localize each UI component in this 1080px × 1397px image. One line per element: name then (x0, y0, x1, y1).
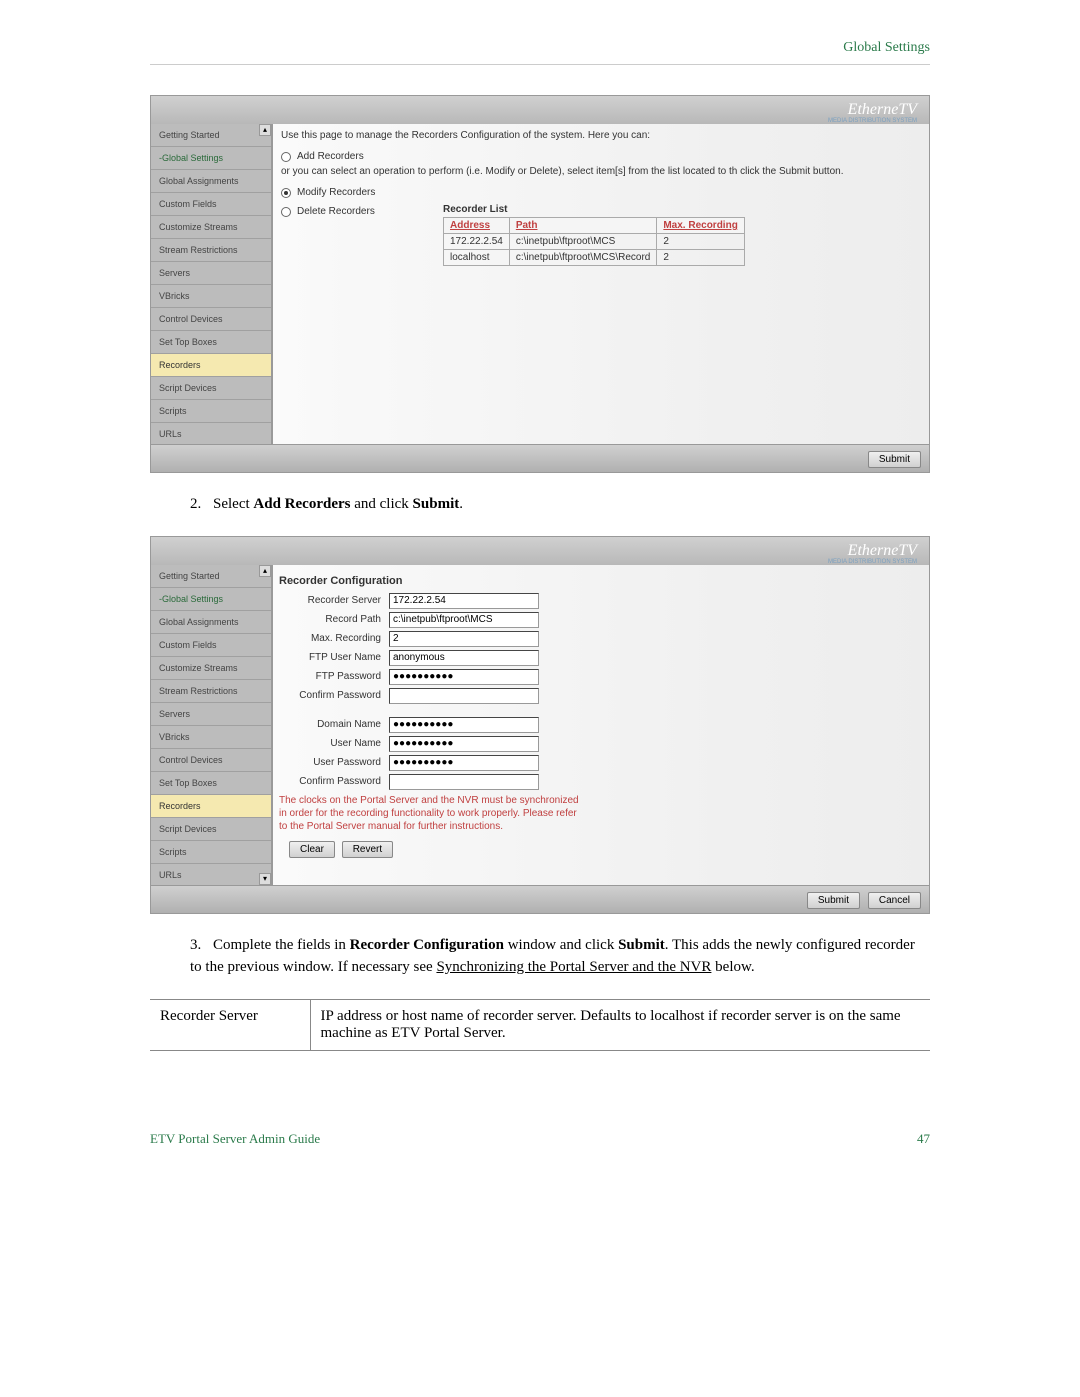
brand-logo: EtherneTV MEDIA DISTRIBUTION SYSTEM (848, 101, 917, 119)
nav-global-assignments[interactable]: Global Assignments (151, 611, 271, 634)
table-row[interactable]: localhost c:\inetpub\ftproot\MCS\Record … (444, 250, 745, 266)
app-header: EtherneTV MEDIA DISTRIBUTION SYSTEM (151, 96, 929, 124)
label-domain: Domain Name (279, 719, 389, 730)
radio-add-recorders[interactable] (281, 152, 291, 162)
nav-custom-fields[interactable]: Custom Fields (151, 193, 271, 216)
page-header: Global Settings (150, 40, 930, 65)
radio-modify-recorders[interactable] (281, 188, 291, 198)
nav-servers[interactable]: Servers (151, 262, 271, 285)
screenshot-recorder-config: EtherneTV MEDIA DISTRIBUTION SYSTEM ▴ Ge… (150, 536, 930, 914)
input-user-name[interactable] (389, 736, 539, 752)
nav-vbricks[interactable]: VBricks (151, 726, 271, 749)
content-area: Use this page to manage the Recorders Co… (273, 124, 929, 444)
nav-global-settings[interactable]: -Global Settings (151, 147, 271, 170)
nav-customize-streams[interactable]: Customize Streams (151, 216, 271, 239)
definition-table: Recorder Server IP address or host name … (150, 999, 930, 1051)
footer-guide-name: ETV Portal Server Admin Guide (150, 1131, 320, 1147)
nav-control-devices[interactable]: Control Devices (151, 749, 271, 772)
cancel-button[interactable]: Cancel (868, 892, 921, 909)
input-domain[interactable] (389, 717, 539, 733)
input-confirm-pass2[interactable] (389, 774, 539, 790)
brand-logo: EtherneTV MEDIA DISTRIBUTION SYSTEM (848, 542, 917, 560)
scroll-up-icon[interactable]: ▴ (259, 565, 271, 577)
nav-vbricks[interactable]: VBricks (151, 285, 271, 308)
nav-getting-started[interactable]: Getting Started (151, 565, 271, 588)
nav-customize-streams[interactable]: Customize Streams (151, 657, 271, 680)
label-recorder-server: Recorder Server (279, 595, 389, 606)
warning-text: The clocks on the Portal Server and the … (279, 794, 579, 833)
nav-script-devices[interactable]: Script Devices (151, 818, 271, 841)
sidebar: ▴ Getting Started -Global Settings Globa… (151, 124, 273, 444)
form-area: Recorder Configuration Recorder Server R… (273, 565, 929, 885)
description-mid: or you can select an operation to perfor… (281, 166, 921, 177)
sidebar: ▴ Getting Started -Global Settings Globa… (151, 565, 273, 885)
link-synchronizing[interactable]: Synchronizing the Portal Server and the … (436, 959, 711, 975)
table-row[interactable]: 172.22.2.54 c:\inetpub\ftproot\MCS 2 (444, 234, 745, 250)
label-ftp-pass: FTP Password (279, 671, 389, 682)
nav-global-assignments[interactable]: Global Assignments (151, 170, 271, 193)
nav-urls[interactable]: URLs (151, 423, 271, 444)
nav-stream-restrictions[interactable]: Stream Restrictions (151, 239, 271, 262)
scroll-down-icon[interactable]: ▾ (259, 873, 271, 885)
nav-getting-started[interactable]: Getting Started (151, 124, 271, 147)
nav-global-settings[interactable]: -Global Settings (151, 588, 271, 611)
nav-recorders[interactable]: Recorders (151, 795, 271, 818)
recorder-list-title: Recorder List (443, 204, 745, 215)
label-record-path: Record Path (279, 614, 389, 625)
input-max-recording[interactable] (389, 631, 539, 647)
def-desc: IP address or host name of recorder serv… (310, 999, 930, 1050)
nav-control-devices[interactable]: Control Devices (151, 308, 271, 331)
form-title: Recorder Configuration (279, 575, 923, 593)
app-header: EtherneTV MEDIA DISTRIBUTION SYSTEM (151, 537, 929, 565)
radio-delete-label: Delete Recorders (297, 206, 375, 217)
radio-delete-recorders[interactable] (281, 207, 291, 217)
nav-scripts[interactable]: Scripts (151, 841, 271, 864)
label-ftp-user: FTP User Name (279, 652, 389, 663)
scroll-up-icon[interactable]: ▴ (259, 124, 271, 136)
label-user-pass: User Password (279, 757, 389, 768)
recorder-list-table: Address Path Max. Recording 172.22.2.54 … (443, 217, 745, 266)
label-confirm-pass2: Confirm Password (279, 776, 389, 787)
col-max-recording[interactable]: Max. Recording (657, 218, 744, 234)
nav-set-top-boxes[interactable]: Set Top Boxes (151, 331, 271, 354)
step-3: 3. Complete the fields in Recorder Confi… (190, 934, 930, 979)
def-term: Recorder Server (150, 999, 310, 1050)
nav-urls[interactable]: URLs (151, 864, 271, 885)
nav-servers[interactable]: Servers (151, 703, 271, 726)
label-max-recording: Max. Recording (279, 633, 389, 644)
input-record-path[interactable] (389, 612, 539, 628)
input-recorder-server[interactable] (389, 593, 539, 609)
input-confirm-pass1[interactable] (389, 688, 539, 704)
step-2: 2. Select Add Recorders and click Submit… (190, 493, 930, 516)
footer-bar: Submit (151, 444, 929, 472)
col-path[interactable]: Path (509, 218, 657, 234)
label-user-name: User Name (279, 738, 389, 749)
nav-recorders[interactable]: Recorders (151, 354, 271, 377)
input-ftp-user[interactable] (389, 650, 539, 666)
radio-modify-label: Modify Recorders (297, 187, 375, 198)
input-user-pass[interactable] (389, 755, 539, 771)
footer-page-number: 47 (917, 1131, 930, 1147)
nav-script-devices[interactable]: Script Devices (151, 377, 271, 400)
page-footer: ETV Portal Server Admin Guide 47 (150, 1131, 930, 1147)
footer-bar: Submit Cancel (151, 885, 929, 913)
nav-scripts[interactable]: Scripts (151, 400, 271, 423)
submit-button[interactable]: Submit (807, 892, 860, 909)
revert-button[interactable]: Revert (342, 841, 393, 858)
label-confirm-pass1: Confirm Password (279, 690, 389, 701)
nav-stream-restrictions[interactable]: Stream Restrictions (151, 680, 271, 703)
col-address[interactable]: Address (444, 218, 510, 234)
input-ftp-pass[interactable] (389, 669, 539, 685)
submit-button[interactable]: Submit (868, 451, 921, 468)
screenshot-recorders-list: EtherneTV MEDIA DISTRIBUTION SYSTEM ▴ Ge… (150, 95, 930, 473)
radio-add-label: Add Recorders (297, 151, 364, 162)
clear-button[interactable]: Clear (289, 841, 335, 858)
nav-set-top-boxes[interactable]: Set Top Boxes (151, 772, 271, 795)
nav-custom-fields[interactable]: Custom Fields (151, 634, 271, 657)
description-text: Use this page to manage the Recorders Co… (281, 130, 921, 141)
